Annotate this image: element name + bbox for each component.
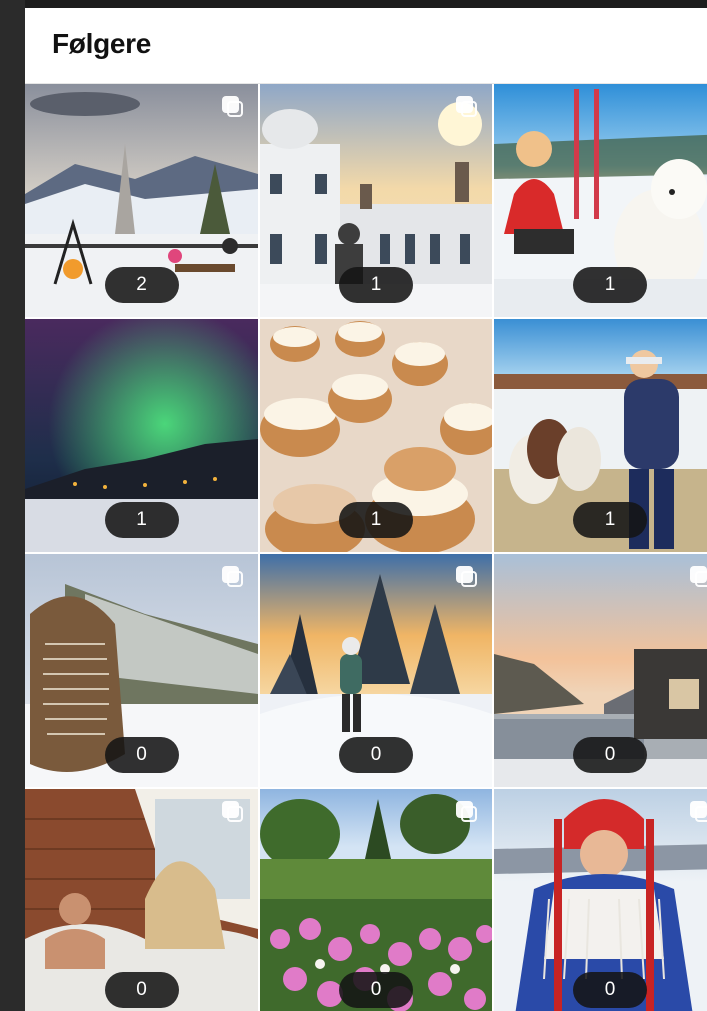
photo-grid: 2 1 1 1 1 1 0 0 0 0 0 0 — [25, 84, 707, 1011]
photo-tile[interactable]: 1 — [494, 319, 707, 552]
follower-count-badge: 0 — [573, 737, 647, 773]
photo-tile[interactable]: 0 — [494, 554, 707, 787]
follower-count-badge: 1 — [104, 502, 179, 538]
photo-tile[interactable]: 0 — [494, 789, 707, 1011]
followers-panel: Følgere 2 1 1 1 1 1 0 0 0 0 0 0 — [25, 8, 707, 1011]
photo-tile[interactable]: 0 — [25, 554, 258, 787]
photo-tile[interactable]: 1 — [260, 319, 492, 552]
follower-count-badge: 0 — [339, 737, 413, 773]
multiple-images-icon — [456, 566, 478, 588]
multiple-images-icon — [456, 801, 478, 823]
panel-header: Følgere — [25, 8, 707, 84]
photo-tile[interactable]: 1 — [25, 319, 258, 552]
photo-tile[interactable]: 1 — [260, 84, 492, 317]
follower-count-badge: 0 — [104, 972, 179, 1008]
follower-count-badge: 2 — [104, 267, 179, 303]
photo-tile[interactable]: 2 — [25, 84, 258, 317]
multiple-images-icon — [456, 96, 478, 118]
photo-tile[interactable]: 1 — [494, 84, 707, 317]
multiple-images-icon — [222, 566, 244, 588]
follower-count-badge: 0 — [104, 737, 179, 773]
follower-count-badge: 1 — [573, 502, 647, 538]
page-title: Følgere — [52, 28, 152, 59]
multiple-images-icon — [222, 801, 244, 823]
window-left-edge — [0, 0, 25, 1011]
multiple-images-icon — [690, 566, 707, 588]
multiple-images-icon — [222, 96, 244, 118]
multiple-images-icon — [690, 801, 707, 823]
photo-tile[interactable]: 0 — [260, 789, 492, 1011]
window-top-bar — [0, 0, 707, 8]
follower-count-badge: 1 — [573, 267, 647, 303]
follower-count-badge: 1 — [339, 267, 413, 303]
photo-tile[interactable]: 0 — [25, 789, 258, 1011]
photo-tile[interactable]: 0 — [260, 554, 492, 787]
follower-count-badge: 1 — [339, 502, 413, 538]
follower-count-badge: 0 — [573, 972, 647, 1008]
follower-count-badge: 0 — [339, 972, 413, 1008]
